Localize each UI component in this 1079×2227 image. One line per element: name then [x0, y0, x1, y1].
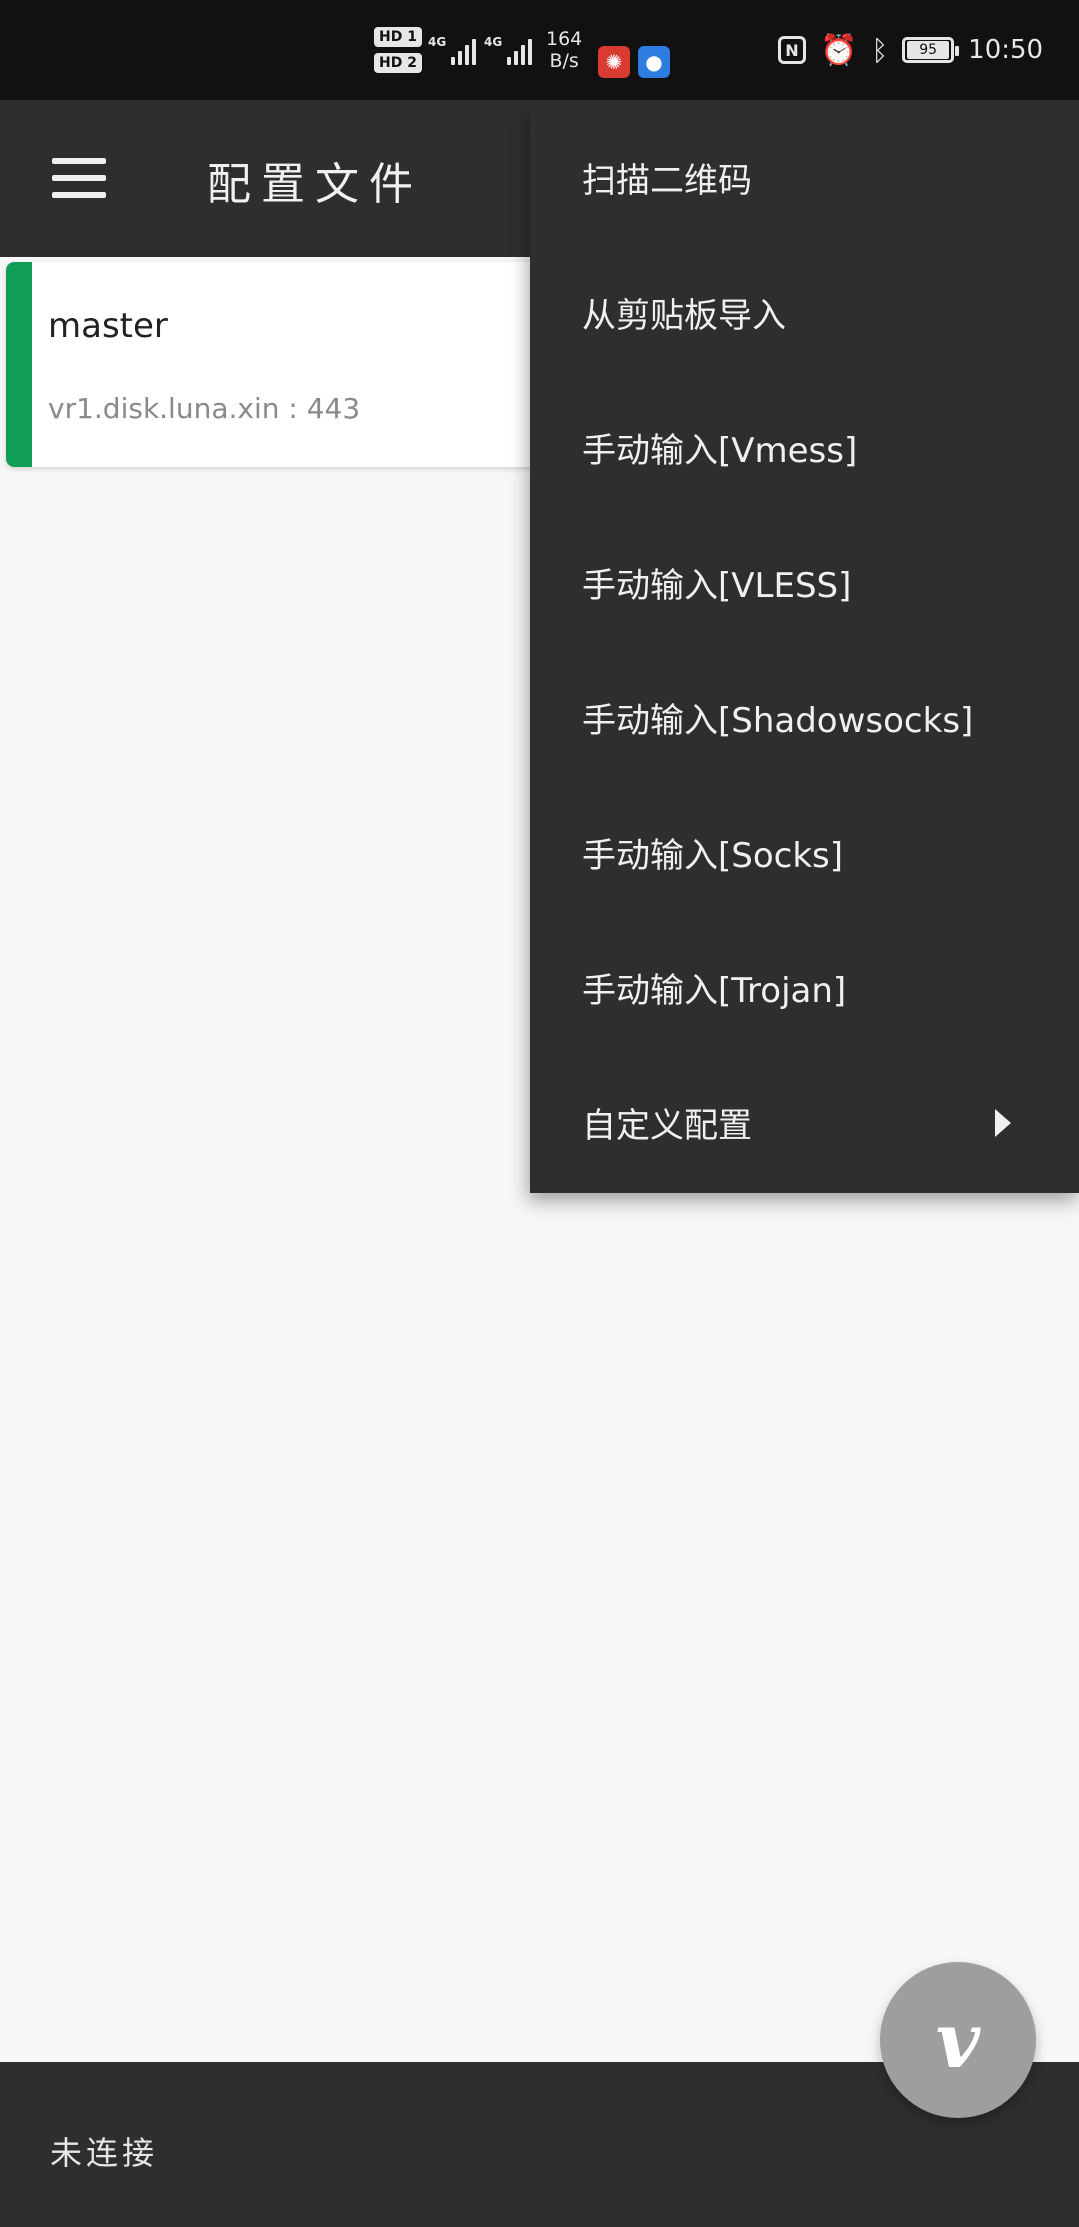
sim1-badge: HD 1	[374, 27, 422, 47]
bluetooth-icon: ᛒ	[871, 33, 889, 67]
nfc-icon: N	[778, 36, 806, 64]
menu-item-manual-vmess[interactable]: 手动输入[Vmess]	[530, 380, 1079, 515]
menu-item-label: 手动输入[Trojan]	[582, 971, 847, 1011]
menu-item-manual-socks[interactable]: 手动输入[Socks]	[530, 785, 1079, 920]
hamburger-icon[interactable]	[52, 158, 106, 198]
server-address: vr1.disk.luna.xin : 443	[48, 392, 361, 425]
v-logo-icon: v	[935, 1995, 981, 2085]
network-type-2: 4G	[484, 35, 503, 49]
menu-item-manual-shadowsocks[interactable]: 手动输入[Shadowsocks]	[530, 650, 1079, 785]
notification-app-icon: ✺	[598, 46, 630, 78]
menu-item-label: 自定义配置	[582, 1106, 752, 1146]
clock: 10:50	[968, 35, 1044, 65]
sim-indicators: HD 1 HD 2	[374, 0, 422, 100]
sim2-badge: HD 2	[374, 53, 422, 73]
status-bar: HD 1 HD 2 4G 4G 164 B/s ✺ ● N ⏰ ᛒ 95 10:…	[0, 0, 1079, 100]
page-title: 配置文件	[207, 159, 423, 210]
battery-level: 95	[907, 41, 950, 59]
network-type-1: 4G	[428, 35, 447, 49]
submenu-arrow-icon	[995, 1109, 1011, 1137]
menu-item-label: 从剪贴板导入	[582, 296, 786, 336]
signal-1-icon: 4G	[428, 0, 477, 100]
menu-item-manual-trojan[interactable]: 手动输入[Trojan]	[530, 920, 1079, 1055]
menu-item-label: 扫描二维码	[582, 161, 752, 201]
connection-status: 未连接	[50, 2134, 159, 2172]
menu-item-manual-vless[interactable]: 手动输入[VLESS]	[530, 515, 1079, 650]
net-speed-value: 164	[546, 28, 583, 50]
net-speed-unit: B/s	[549, 50, 579, 72]
menu-item-label: 手动输入[Vmess]	[582, 431, 858, 471]
selected-indicator	[6, 262, 32, 467]
alarm-icon: ⏰	[820, 32, 858, 68]
menu-item-custom-config[interactable]: 自定义配置	[530, 1055, 1079, 1190]
battery-icon: 95	[902, 37, 960, 63]
menu-item-label: 手动输入[VLESS]	[582, 566, 852, 606]
menu-item-label: 手动输入[Shadowsocks]	[582, 701, 974, 741]
menu-item-import-clipboard[interactable]: 从剪贴板导入	[530, 245, 1079, 380]
menu-item-scan-qr[interactable]: 扫描二维码	[530, 110, 1079, 245]
signal-2-icon: 4G	[484, 0, 533, 100]
add-config-menu: 扫描二维码 从剪贴板导入 手动输入[Vmess] 手动输入[VLESS] 手动输…	[530, 110, 1079, 1193]
server-card[interactable]: master vr1.disk.luna.xin : 443	[6, 262, 606, 467]
server-name: master	[48, 306, 168, 346]
lightbulb-icon: ●	[638, 46, 670, 78]
net-speed: 164 B/s	[546, 0, 582, 100]
connect-button[interactable]: v	[880, 1962, 1036, 2118]
menu-item-label: 手动输入[Socks]	[582, 836, 844, 876]
status-icons: N ⏰ ᛒ 95 10:50	[778, 0, 1043, 100]
screen: HD 1 HD 2 4G 4G 164 B/s ✺ ● N ⏰ ᛒ 95 10:…	[0, 0, 1079, 2227]
